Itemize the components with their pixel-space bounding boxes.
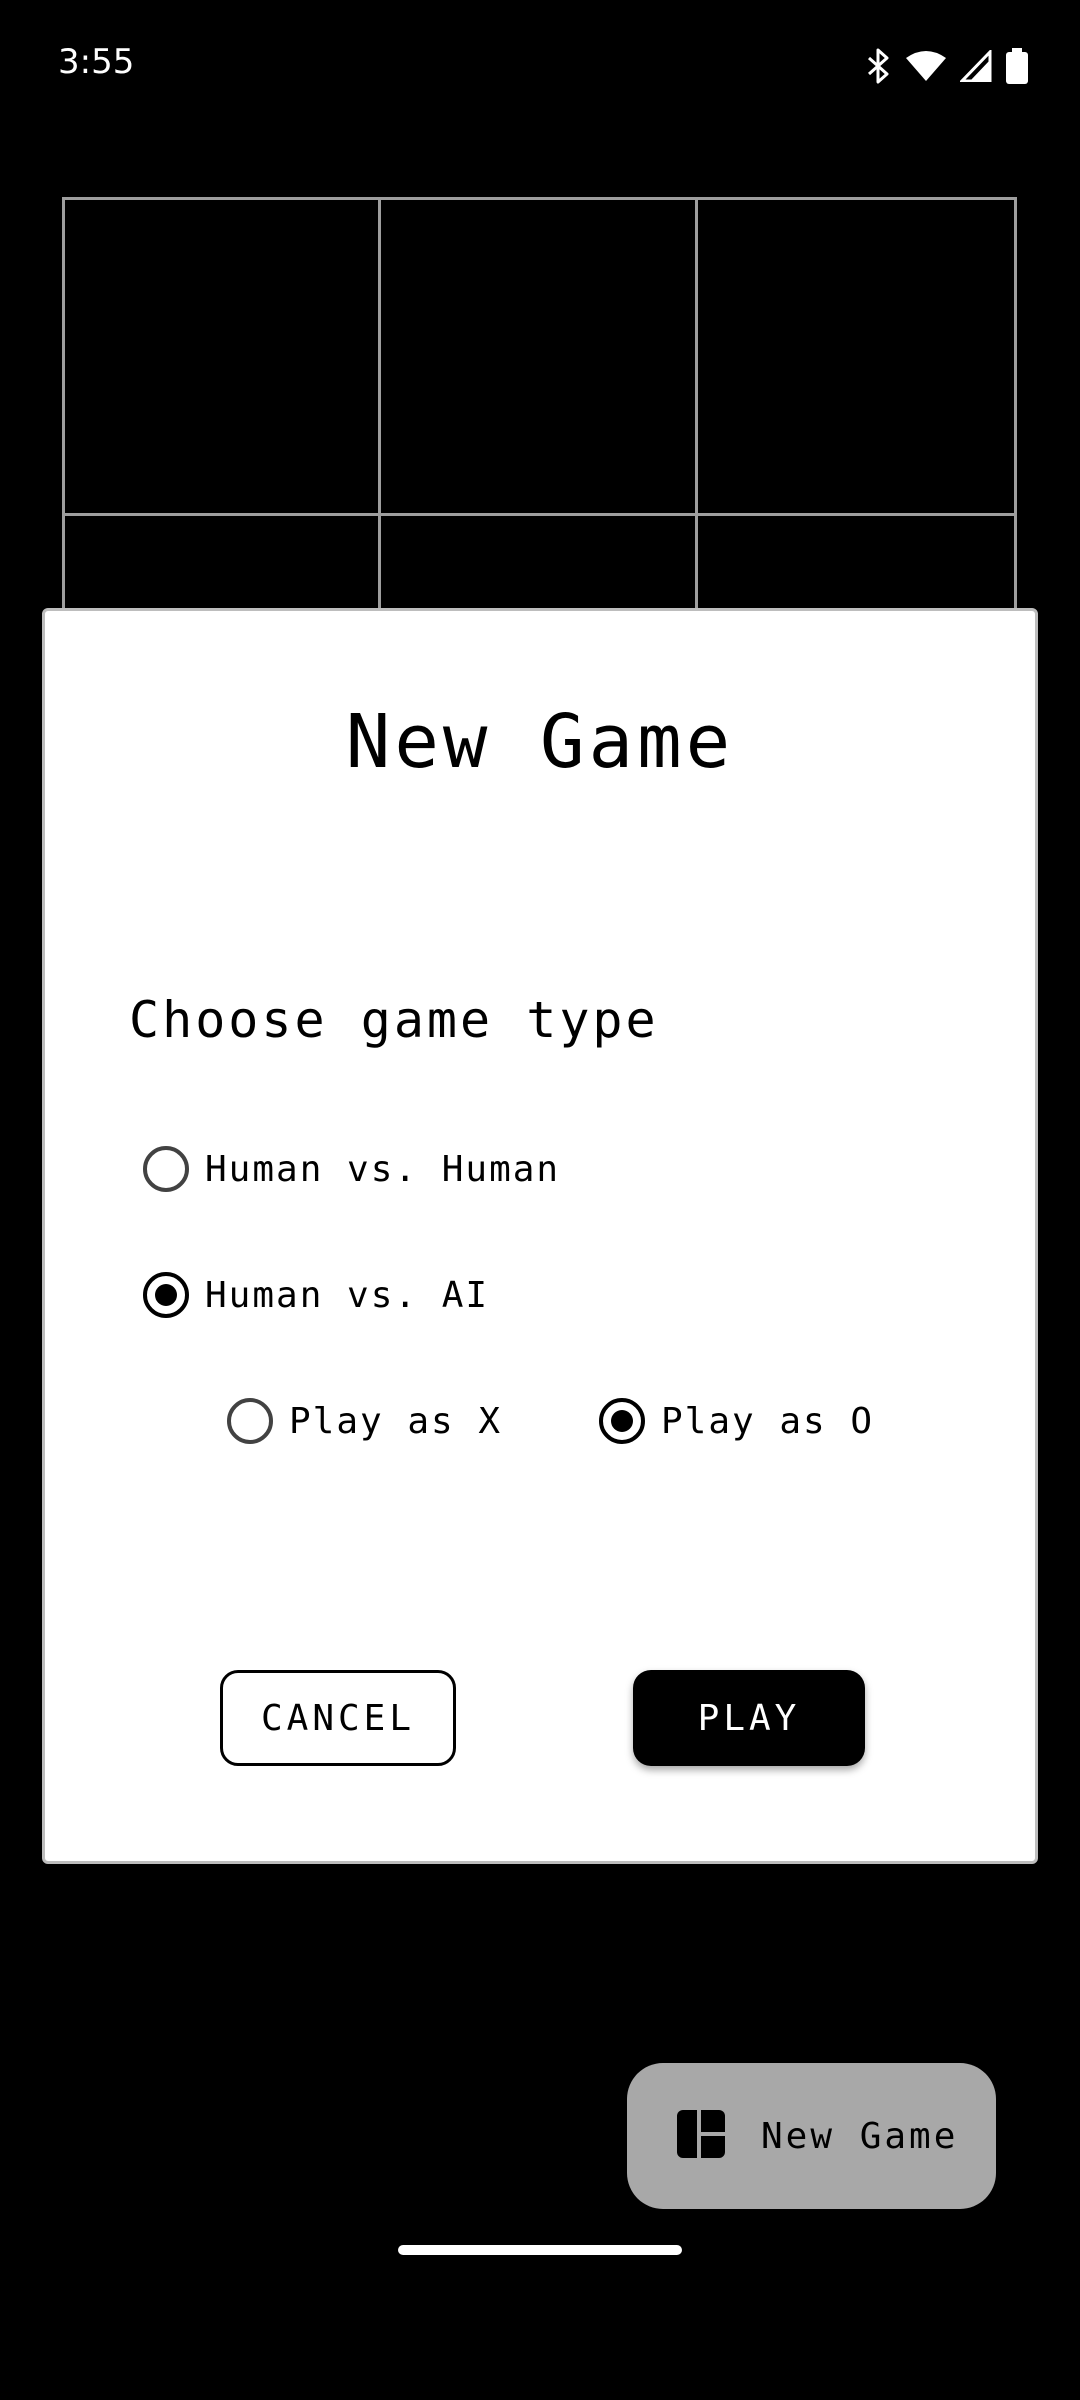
radio-label: Human vs. AI [205,1274,490,1316]
cancel-button[interactable]: CANCEL [220,1670,456,1766]
game-type-label: Choose game type [129,991,659,1049]
board-layout-icon [677,2110,725,2162]
dialog-title: New Game [345,699,735,785]
signal-icon [960,50,992,82]
radio-label: Play as X [289,1400,503,1442]
bluetooth-icon [866,48,892,84]
radio-play-as-x[interactable]: Play as X [227,1398,502,1444]
status-icons [866,48,1028,84]
board-cell[interactable] [381,200,698,517]
new-game-fab[interactable]: New Game [627,2063,996,2209]
radio-human-vs-ai[interactable]: Human vs. AI [143,1272,489,1318]
status-bar: 3:55 [0,0,1080,135]
radio-button[interactable] [143,1146,189,1192]
wifi-icon [906,50,946,82]
radio-play-as-o[interactable]: Play as O [599,1398,874,1444]
radio-human-vs-human[interactable]: Human vs. Human [143,1146,560,1192]
radio-label: Human vs. Human [205,1148,561,1190]
new-game-dialog: New Game Choose game type Human vs. Huma… [42,608,1038,1864]
status-time: 3:55 [58,42,135,82]
play-button[interactable]: PLAY [633,1670,865,1766]
radio-button-selected[interactable] [143,1272,189,1318]
gesture-nav-handle[interactable] [398,2245,682,2255]
radio-button[interactable] [227,1398,273,1444]
radio-button-selected[interactable] [599,1398,645,1444]
radio-label: Play as O [661,1400,875,1442]
battery-icon [1006,48,1028,84]
board-cell[interactable] [65,200,382,517]
board-cell[interactable] [697,200,1014,517]
fab-label: New Game [761,2115,959,2157]
